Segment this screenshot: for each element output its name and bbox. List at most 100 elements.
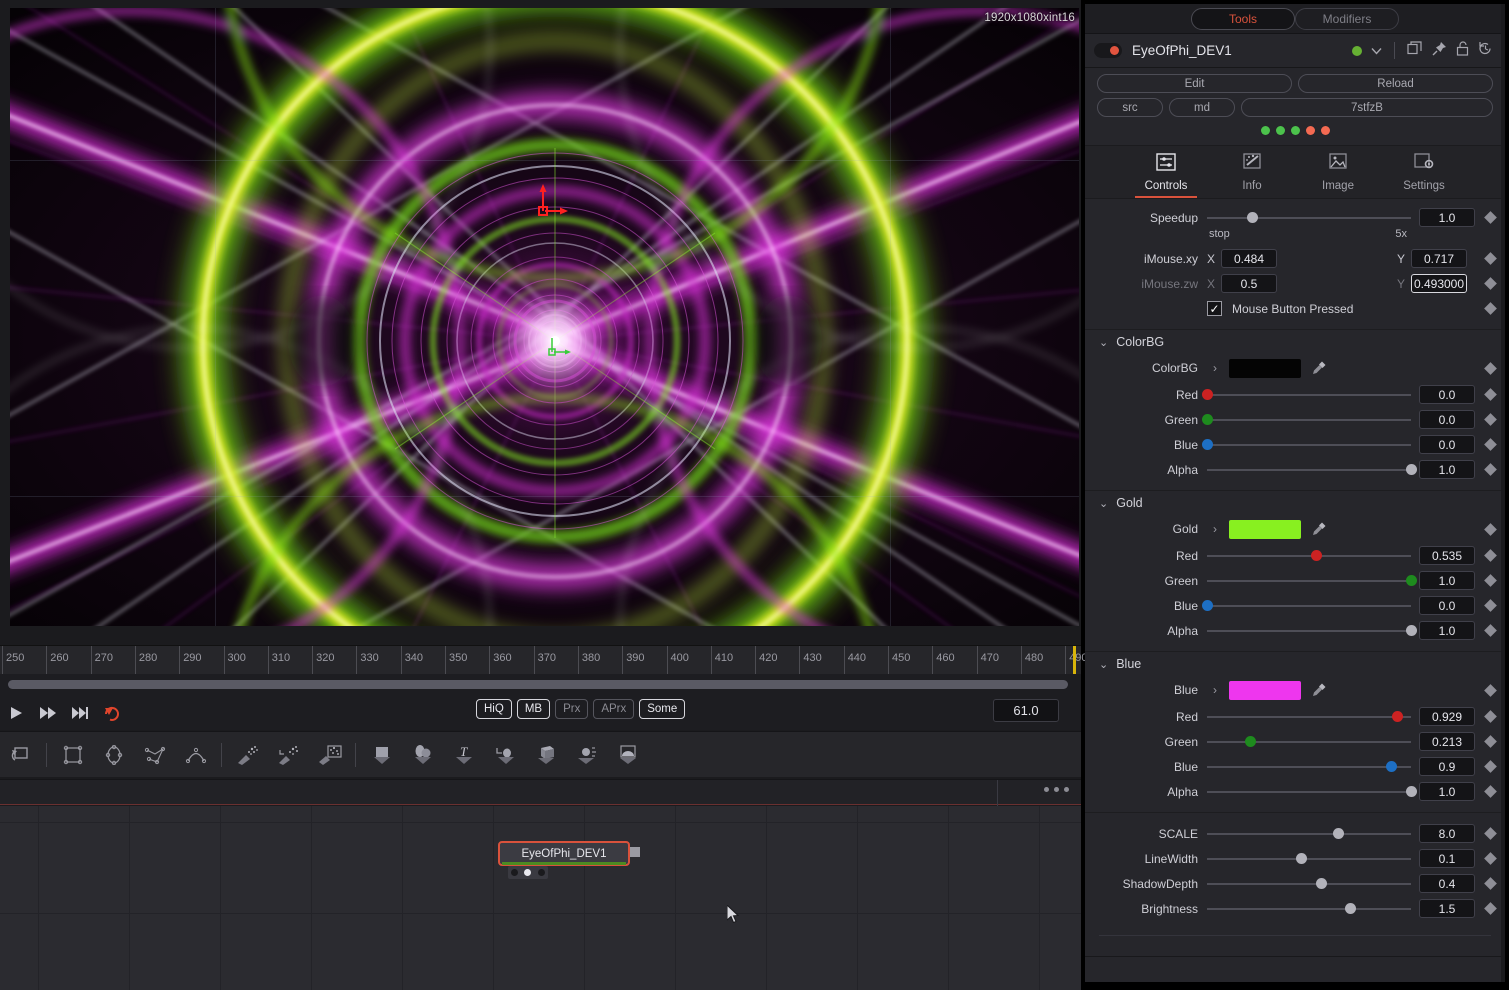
viewer-panel[interactable]: 1920x1080xint16 [10,8,1079,626]
slider-knob[interactable] [1406,786,1417,797]
blue-green-value[interactable]: 0.213 [1419,732,1475,751]
slider-knob[interactable] [1385,761,1397,772]
status-dot-3[interactable] [1305,126,1315,135]
colorbg-alpha-slider[interactable] [1207,457,1417,482]
transform-loop-icon[interactable] [0,735,41,775]
blue-green-slider[interactable] [1207,729,1411,754]
merge-3d-icon[interactable] [484,735,525,775]
colorbg-green-value[interactable]: 0.0 [1419,410,1475,429]
status-dot-2[interactable] [1290,126,1300,135]
image-plane-3d-icon[interactable] [361,735,402,775]
brightness-slider[interactable] [1207,896,1411,921]
tab-image[interactable]: Image [1307,152,1369,198]
brightness-value[interactable]: 1.5 [1419,899,1475,918]
timeline-scrollbar-thumb[interactable] [8,680,1068,689]
md-button[interactable]: md [1169,98,1235,117]
quality-button-mb[interactable]: MB [516,699,551,719]
gold-green-value[interactable]: 1.0 [1419,571,1475,590]
slider-knob[interactable] [1295,853,1307,864]
loop-icon[interactable] [96,698,128,728]
slider-knob[interactable] [1316,878,1328,889]
particle-emitter-icon[interactable] [227,735,268,775]
colorbg-red-value[interactable]: 0.0 [1419,385,1475,404]
chevron-down-icon[interactable]: ⌄ [1099,497,1108,510]
slider-knob[interactable] [1202,389,1213,400]
imouse-xy-x-field[interactable]: 0.484 [1221,249,1278,268]
reset-history-icon[interactable] [1478,41,1493,61]
ellipse-mask-icon[interactable] [93,735,134,775]
linewidth-slider[interactable] [1207,846,1411,871]
cube-3d-icon[interactable] [525,735,566,775]
chevron-down-icon[interactable]: ⌄ [1099,658,1108,671]
shader-id-button[interactable]: 7stfzB [1241,98,1493,117]
colorbg-red-slider[interactable] [1202,382,1411,407]
timeline-scrollbar[interactable] [0,674,1081,696]
chevron-right-icon[interactable]: › [1207,522,1229,536]
play-icon[interactable] [0,698,32,728]
tab-tools[interactable]: Tools [1191,7,1295,30]
skip-end-icon[interactable] [64,698,96,728]
text-3d-icon[interactable]: T [443,735,484,775]
color-swatch-blue[interactable] [1229,680,1301,700]
blue-alpha-slider[interactable] [1207,779,1417,804]
node-output-connector[interactable] [630,847,640,857]
slider-knob[interactable] [1202,439,1213,450]
light-3d-icon[interactable] [566,735,607,775]
node-pins[interactable] [508,866,548,879]
rectangle-mask-icon[interactable] [52,735,93,775]
quality-button-prx[interactable]: Prx [555,699,589,719]
blue-red-value[interactable]: 0.929 [1419,707,1475,726]
group-header-blue[interactable]: ⌄ Blue [1085,652,1505,676]
group-header-gold[interactable]: ⌄ Gold [1085,491,1505,515]
inspector-scrollbar[interactable] [1501,4,1505,982]
imouse-zw-x-field[interactable]: 0.5 [1221,274,1278,293]
gold-blue-value[interactable]: 0.0 [1419,596,1475,615]
colorbg-blue-value[interactable]: 0.0 [1419,435,1475,454]
eyedropper-icon[interactable] [1301,360,1337,376]
imouse-zw-y-field[interactable]: 0.493000 [1411,274,1467,293]
blue-blue-value[interactable]: 0.9 [1419,757,1475,776]
slider-knob[interactable] [1406,464,1417,475]
slider-knob[interactable] [1245,736,1257,747]
slider-knob[interactable] [1406,625,1417,636]
fast-forward-icon[interactable] [32,698,64,728]
slider-knob[interactable] [1406,575,1417,586]
current-time-field[interactable]: 61.0 [993,699,1059,722]
tab-info[interactable]: Info [1221,152,1283,198]
shadowdepth-slider[interactable] [1207,871,1411,896]
slider-knob[interactable] [1246,212,1258,223]
reload-button[interactable]: Reload [1298,74,1493,93]
chevron-down-icon[interactable] [1371,42,1382,60]
pin-icon[interactable] [1432,41,1447,61]
gold-red-slider[interactable] [1207,543,1411,568]
src-button[interactable]: src [1097,98,1163,117]
eyedropper-icon[interactable] [1301,521,1337,537]
renderer-3d-icon[interactable] [607,735,648,775]
status-dot-1[interactable] [1275,126,1285,135]
scale-value[interactable]: 8.0 [1419,824,1475,843]
color-swatch-gold[interactable] [1229,519,1301,539]
blue-alpha-value[interactable]: 1.0 [1419,782,1475,801]
colorbg-green-slider[interactable] [1202,407,1411,432]
edit-button[interactable]: Edit [1097,74,1292,93]
shadowdepth-value[interactable]: 0.4 [1419,874,1475,893]
particle-directional-icon[interactable] [268,735,309,775]
polyline-mask-icon[interactable] [134,735,175,775]
gold-alpha-slider[interactable] [1207,618,1417,643]
linewidth-value[interactable]: 0.1 [1419,849,1475,868]
blue-red-slider[interactable] [1207,704,1411,729]
center-gizmo[interactable] [546,332,572,358]
status-dot-4[interactable] [1320,126,1330,135]
chevron-down-icon[interactable]: ⌄ [1099,336,1108,349]
gold-red-value[interactable]: 0.535 [1419,546,1475,565]
particle-render-icon[interactable] [309,735,350,775]
copy-icon[interactable] [1407,41,1423,60]
colorbg-blue-slider[interactable] [1202,432,1411,457]
lock-icon[interactable] [1456,40,1469,61]
timeline-playhead[interactable] [1073,646,1076,675]
slider-knob[interactable] [1202,414,1213,425]
slider-knob[interactable] [1202,600,1213,611]
bspline-mask-icon[interactable] [175,735,216,775]
chevron-right-icon[interactable]: › [1207,361,1229,375]
gold-alpha-value[interactable]: 1.0 [1419,621,1475,640]
